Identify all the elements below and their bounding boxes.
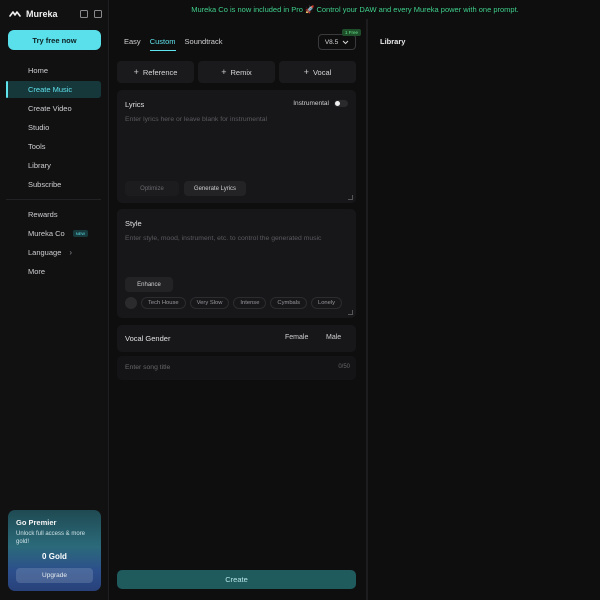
- style-card: Style Enter style, mood, instrument, etc…: [117, 209, 356, 318]
- model-version-select[interactable]: V8.5: [318, 34, 356, 50]
- upgrade-button[interactable]: Upgrade: [16, 568, 93, 583]
- create-panel: Easy Custom Soundtrack V8.5 1 Free + Ref…: [110, 19, 366, 600]
- generate-lyrics-button[interactable]: Generate Lyrics: [184, 181, 246, 196]
- sidebar-nav: Home Create Music Create Video Studio To…: [6, 62, 101, 282]
- brand[interactable]: Mureka: [9, 9, 58, 19]
- style-tag[interactable]: Cymbals: [270, 297, 307, 309]
- sidebar-item-label: Mureka Co: [28, 229, 65, 238]
- sidebar-item-create-music[interactable]: Create Music: [6, 81, 101, 98]
- style-tag[interactable]: Lonely: [310, 297, 343, 309]
- style-input[interactable]: Enter style, mood, instrument, etc. to c…: [125, 235, 321, 242]
- library-title: Library: [380, 37, 406, 46]
- tab-easy[interactable]: Easy: [124, 37, 141, 51]
- refresh-tags-icon[interactable]: [125, 297, 137, 309]
- sidebar-header-icons: [80, 10, 102, 18]
- song-title-field[interactable]: Enter song title 0/50: [117, 356, 356, 380]
- plus-icon: +: [221, 67, 227, 77]
- tab-custom[interactable]: Custom: [149, 37, 176, 51]
- reference-button[interactable]: + Reference: [117, 61, 194, 83]
- vocal-button[interactable]: + Vocal: [279, 61, 356, 83]
- resize-handle[interactable]: [348, 310, 353, 315]
- vocal-gender-row: Vocal Gender Female Male: [117, 325, 356, 352]
- promo-banner[interactable]: Mureka Co is now included in Pro 🚀 Contr…: [110, 0, 600, 19]
- plus-icon: +: [133, 67, 139, 77]
- sidebar-item-tools[interactable]: Tools: [6, 138, 101, 155]
- document-icon[interactable]: [80, 10, 88, 18]
- reference-label: Reference: [142, 67, 178, 77]
- male-option[interactable]: Male: [326, 334, 341, 341]
- collapse-sidebar-icon[interactable]: [94, 10, 102, 18]
- sidebar-item-create-video[interactable]: Create Video: [6, 100, 101, 117]
- action-buttons: + Reference + Remix + Vocal: [117, 61, 356, 83]
- premier-title: Go Premier: [16, 518, 57, 527]
- version-label: V8.5: [324, 38, 339, 46]
- instrumental-label: Instrumental: [293, 100, 329, 107]
- plus-icon: +: [303, 67, 309, 77]
- instrumental-toggle-row: Instrumental: [293, 100, 348, 107]
- brand-name: Mureka: [26, 9, 58, 19]
- resize-handle[interactable]: [348, 195, 353, 200]
- sidebar-item-label: Language: [28, 248, 62, 257]
- sidebar-item-language[interactable]: Language ›: [6, 244, 101, 261]
- sidebar-item-mureka-co[interactable]: Mureka Co NEW: [6, 225, 101, 242]
- tab-soundtrack[interactable]: Soundtrack: [185, 37, 223, 51]
- gold-balance: 0 Gold: [42, 552, 67, 561]
- mode-tabs: Easy Custom Soundtrack: [124, 37, 231, 51]
- instrumental-toggle[interactable]: [334, 100, 348, 107]
- mureka-logo-icon: [9, 11, 21, 17]
- create-button[interactable]: Create: [117, 570, 356, 589]
- remix-button[interactable]: + Remix: [198, 61, 275, 83]
- vocal-label: Vocal: [312, 67, 332, 77]
- style-tag[interactable]: Very Slow: [189, 297, 230, 309]
- lyrics-input[interactable]: Enter lyrics here or leave blank for ins…: [125, 116, 267, 123]
- sidebar-item-library[interactable]: Library: [6, 157, 101, 174]
- style-tags: Tech House Very Slow Intense Cymbals Lon…: [125, 297, 343, 309]
- style-title: Style: [125, 219, 142, 228]
- song-title-input[interactable]: Enter song title: [125, 364, 170, 371]
- style-tag[interactable]: Intense: [233, 297, 267, 309]
- sidebar-item-studio[interactable]: Studio: [6, 119, 101, 136]
- try-free-button[interactable]: Try free now: [8, 30, 101, 50]
- free-badge: 1 Free: [342, 29, 362, 36]
- sidebar-divider: [6, 199, 101, 200]
- sidebar: Mureka Try free now Home Create Music Cr…: [0, 0, 109, 600]
- chevron-right-icon: ›: [69, 248, 73, 257]
- premier-card: Go Premier Unlock full access & more gol…: [8, 510, 101, 591]
- new-badge: NEW: [72, 230, 89, 237]
- style-tag[interactable]: Tech House: [141, 297, 186, 309]
- char-count: 0/50: [338, 364, 350, 370]
- lyrics-card: Lyrics Instrumental Enter lyrics here or…: [117, 90, 356, 203]
- chevron-down-icon: [342, 40, 349, 44]
- sidebar-item-subscribe[interactable]: Subscribe: [6, 176, 101, 193]
- lyrics-title: Lyrics: [125, 100, 145, 109]
- premier-subtitle: Unlock full access & more gold!: [16, 531, 86, 545]
- remix-label: Remix: [230, 67, 252, 77]
- sidebar-item-more[interactable]: More: [6, 263, 101, 280]
- panel-divider[interactable]: [366, 19, 368, 600]
- vocal-gender-label: Vocal Gender: [125, 334, 171, 343]
- enhance-button[interactable]: Enhance: [125, 277, 173, 292]
- female-option[interactable]: Female: [285, 334, 308, 341]
- sidebar-item-home[interactable]: Home: [6, 62, 101, 79]
- optimize-button[interactable]: Optimize: [125, 181, 179, 196]
- sidebar-item-rewards[interactable]: Rewards: [6, 206, 101, 223]
